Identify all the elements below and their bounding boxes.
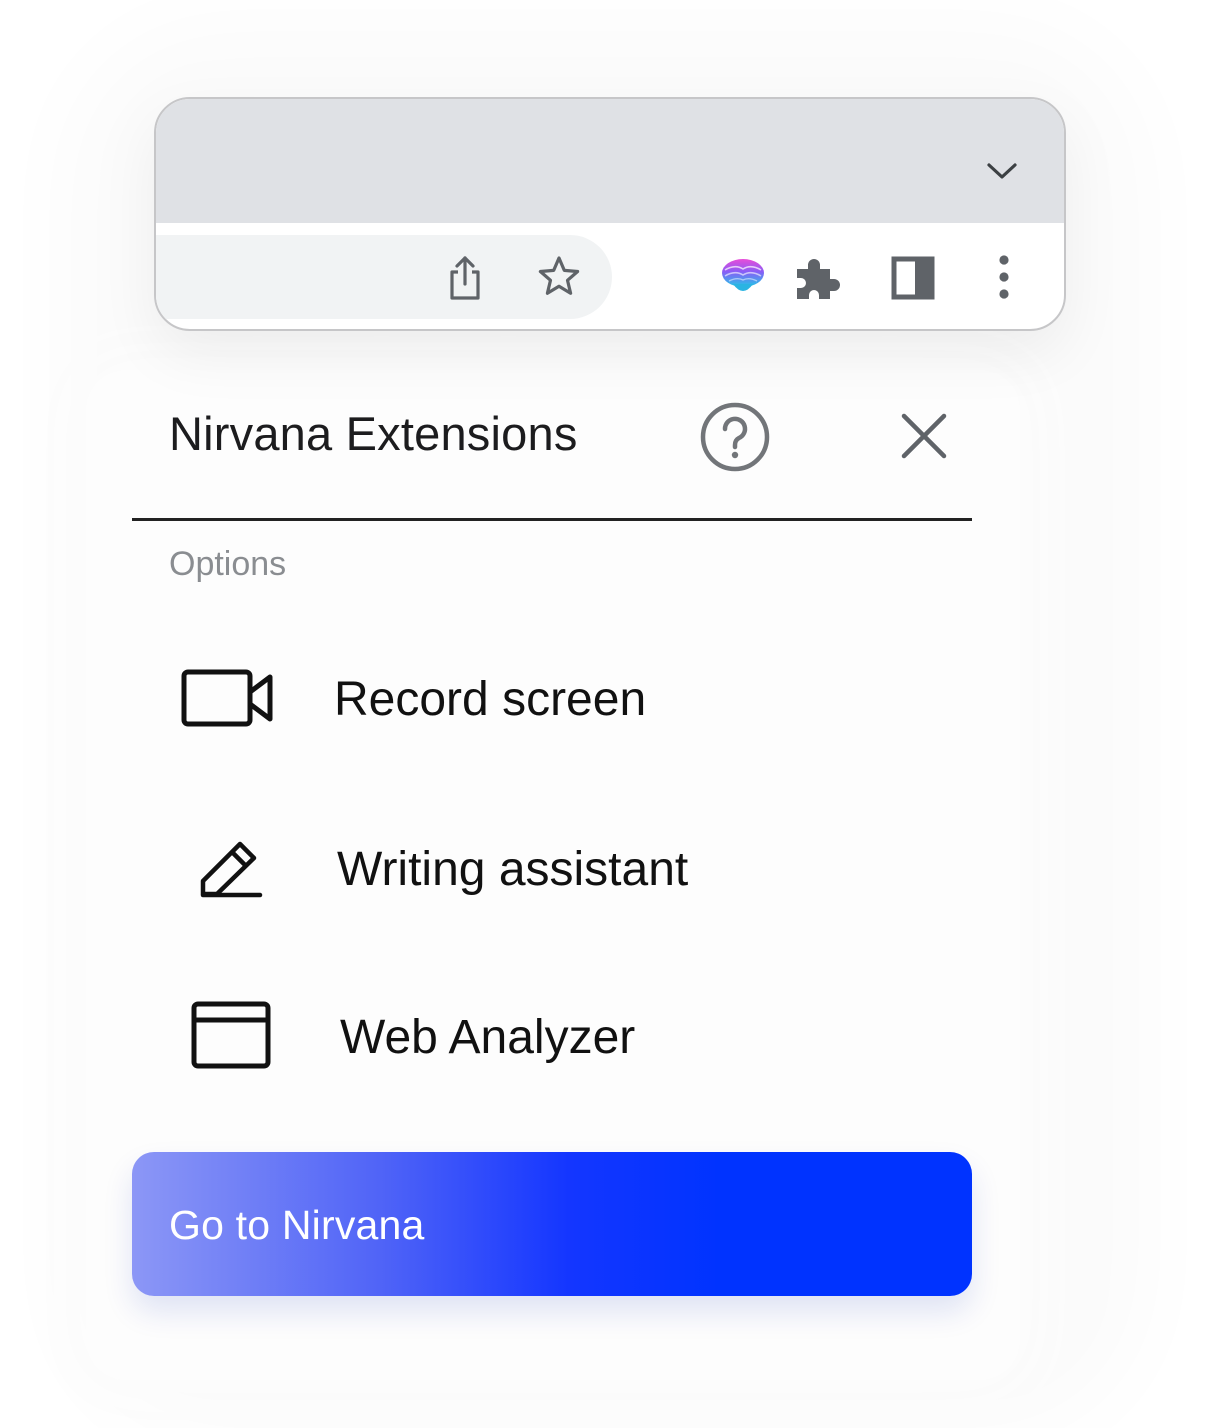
help-circle-icon — [700, 402, 770, 472]
extensions-puzzle-icon — [797, 259, 840, 299]
side-panel-button[interactable] — [890, 255, 936, 301]
option-label: Writing assistant — [337, 843, 689, 896]
chevron-down-icon — [987, 163, 1017, 179]
extensions-button[interactable] — [792, 253, 844, 303]
bookmark-star-button[interactable] — [534, 251, 584, 301]
browser-window — [154, 97, 1066, 331]
star-icon — [538, 256, 580, 295]
go-to-nirvana-label: Go to Nirvana — [169, 1202, 425, 1248]
share-button[interactable] — [440, 251, 490, 305]
section-label: Options — [169, 545, 287, 583]
nirvana-extension-button[interactable] — [718, 253, 768, 299]
more-menu-button[interactable] — [986, 251, 1022, 303]
option-web-analyzer[interactable]: Web Analyzer — [150, 978, 950, 1098]
option-label: Record screen — [334, 673, 647, 726]
help-button[interactable] — [698, 400, 772, 474]
close-icon — [901, 413, 947, 459]
tab-search-button[interactable] — [980, 149, 1024, 193]
option-record-screen[interactable]: Record screen — [150, 640, 950, 760]
go-to-nirvana-button[interactable]: Go to Nirvana — [132, 1152, 972, 1296]
side-panel-icon — [891, 256, 935, 300]
share-icon — [450, 256, 480, 300]
option-label: Web Analyzer — [340, 1011, 636, 1064]
tab-strip — [156, 99, 1064, 223]
popup-title: Nirvana Extensions — [169, 407, 578, 460]
video-camera-icon — [181, 669, 273, 727]
header-divider — [132, 518, 972, 521]
browser-window-icon — [191, 1001, 271, 1069]
option-writing-assistant[interactable]: Writing assistant — [150, 810, 950, 930]
pencil-icon — [200, 841, 263, 898]
close-button[interactable] — [896, 408, 952, 464]
nirvana-extension-icon — [722, 259, 764, 291]
more-vert-icon — [999, 255, 1009, 299]
